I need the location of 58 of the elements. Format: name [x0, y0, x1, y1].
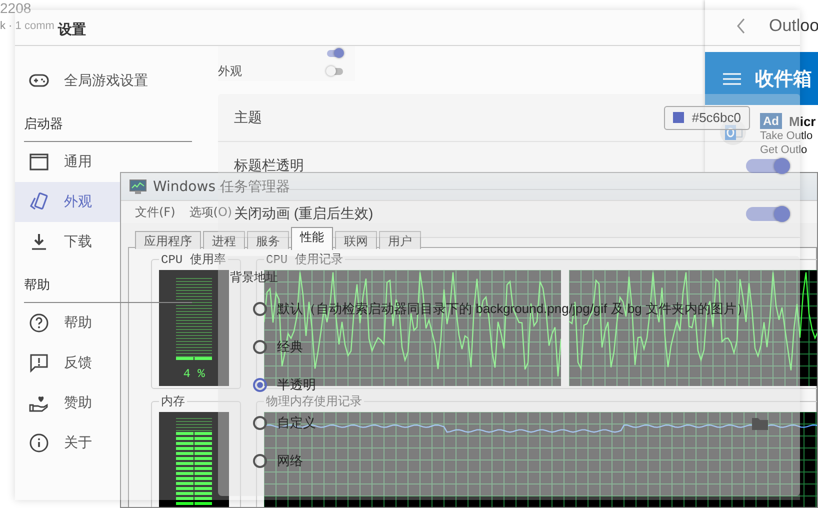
- setting-label: 标题栏透明: [234, 156, 304, 174]
- section-header: 启动器: [24, 101, 192, 142]
- page-text: k · 1 comm: [0, 20, 54, 33]
- toggle-switch[interactable]: [746, 158, 790, 172]
- download-icon: [29, 232, 49, 252]
- radio-button[interactable]: [253, 302, 267, 316]
- sender-name: Micr: [789, 114, 816, 128]
- menu-icon: [723, 72, 741, 86]
- message-preview: Take Outlo: [760, 129, 814, 143]
- nav-item[interactable]: 通用: [15, 142, 120, 182]
- group-label: 内存: [160, 394, 186, 410]
- page-text: 2208: [0, 0, 32, 16]
- help-icon: [29, 313, 49, 333]
- tab[interactable]: 应用程序: [135, 231, 201, 249]
- tab[interactable]: 用户: [379, 231, 421, 249]
- option-label: 网络: [277, 452, 303, 470]
- tab[interactable]: 联网: [335, 231, 377, 249]
- nav-item[interactable]: 帮助: [15, 303, 120, 343]
- setting-label: 关闭动画 (重启后生效): [234, 204, 374, 222]
- radio-button[interactable]: [253, 454, 267, 468]
- window-title: Windows 任务管理器: [153, 178, 290, 196]
- folder-title: 收件箱: [755, 68, 812, 92]
- window-title: Outloo: [769, 16, 818, 36]
- tab[interactable]: 性能: [291, 227, 333, 250]
- menu-item[interactable]: 文件(F): [135, 204, 176, 220]
- window-title: 设置: [58, 20, 86, 39]
- back-icon: [735, 17, 747, 35]
- menu-item[interactable]: 选项(O): [189, 204, 232, 220]
- color-value: #5c6bc0: [692, 110, 741, 125]
- group-label: 物理内存使用记录: [265, 394, 363, 410]
- tab[interactable]: 进程: [203, 231, 245, 249]
- toggle-switch[interactable]: [327, 50, 343, 57]
- radio-button[interactable]: [253, 340, 267, 354]
- section-header: 帮助: [24, 262, 192, 303]
- message-preview: Get Outlo: [760, 143, 808, 157]
- setting-label: 主题: [234, 108, 262, 126]
- feedback-icon: [29, 353, 49, 373]
- radio-button[interactable]: [253, 378, 267, 392]
- window-icon: [29, 152, 49, 172]
- tilted-cards-icon: [29, 192, 49, 212]
- radio-button[interactable]: [253, 416, 267, 430]
- color-swatch: [672, 112, 684, 123]
- ad-badge: Ad: [760, 113, 782, 129]
- toggle-switch[interactable]: [746, 206, 790, 220]
- nav-item[interactable]: 反馈: [15, 343, 120, 383]
- tab[interactable]: 服务: [247, 231, 289, 249]
- setting-label: 外观: [218, 62, 242, 80]
- monitor-icon: [129, 178, 147, 194]
- nav-item[interactable]: 下载: [15, 222, 120, 262]
- color-picker[interactable]: #5c6bc0: [664, 106, 750, 130]
- group-label: CPU 使用记录: [265, 252, 344, 268]
- usage-reading: 4 %: [183, 367, 205, 381]
- info-icon: [29, 433, 49, 453]
- nav-item[interactable]: 赞助: [15, 383, 120, 423]
- toggle-switch[interactable]: [327, 68, 343, 74]
- nav-item[interactable]: 全局游戏设置: [15, 61, 154, 101]
- nav-item[interactable]: 关于: [15, 423, 120, 463]
- nav-item[interactable]: 外观: [15, 182, 120, 222]
